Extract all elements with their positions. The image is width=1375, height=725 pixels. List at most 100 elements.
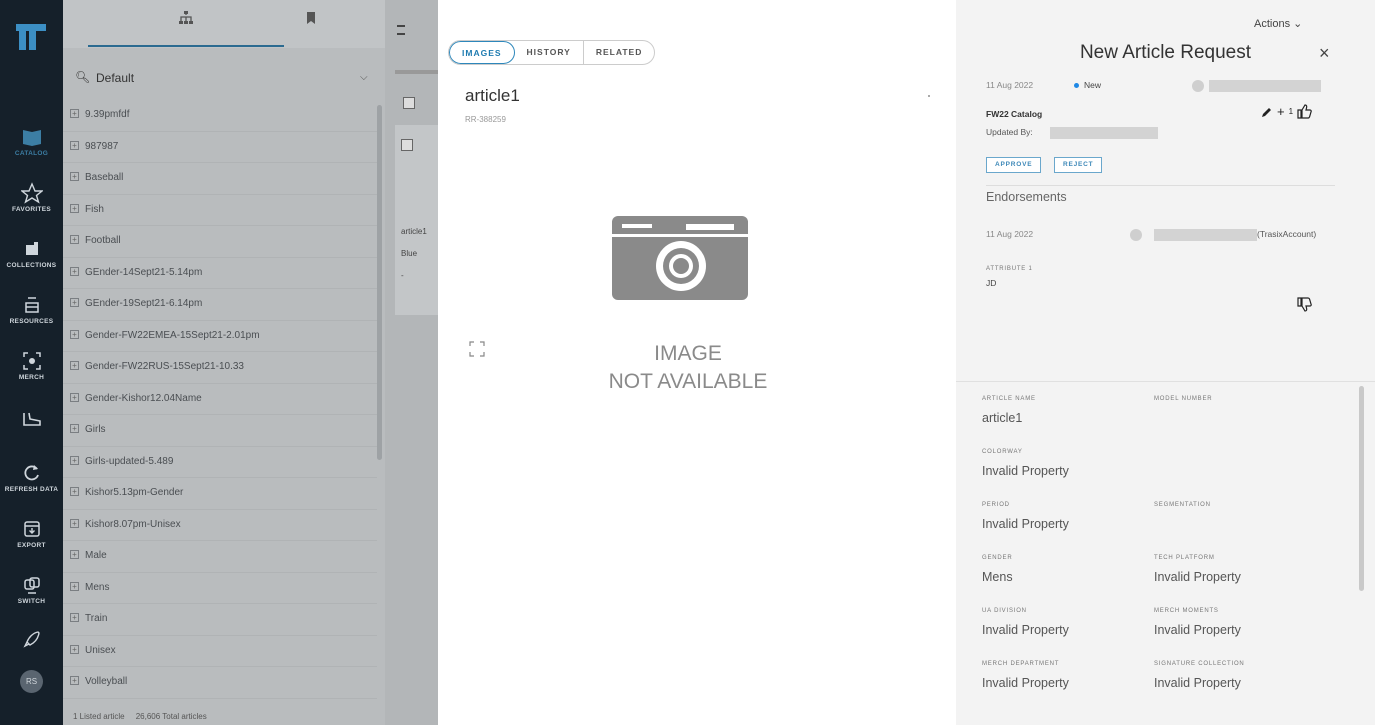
tree-search[interactable]: 🔍︎ Default ⌵ — [63, 62, 385, 92]
tree-item[interactable]: + Unisex — [63, 636, 377, 667]
expand-plus-icon[interactable]: + — [70, 329, 79, 339]
rail-refresh[interactable]: REFRESH DATA — [0, 462, 63, 493]
tree-item[interactable]: +987987 — [63, 132, 377, 163]
tree-item-label: Volleyball — [85, 676, 128, 687]
plus-icon[interactable]: + — [1277, 104, 1285, 119]
tree-item[interactable]: + Kishor5.13pm-Gender — [63, 478, 377, 510]
card-checkbox[interactable] — [401, 139, 413, 151]
tree-item[interactable]: + Baseball — [63, 163, 377, 195]
vote-count: 1 — [1288, 107, 1294, 116]
redacted-name — [1209, 80, 1321, 92]
expand-plus-icon[interactable]: + — [70, 613, 79, 622]
scrollbar[interactable] — [1359, 386, 1364, 591]
property-label: UA DIVISION — [982, 608, 1027, 614]
rail-shoe[interactable] — [0, 408, 63, 430]
tree-item[interactable]: + Kishor8.07pm-Unisex — [63, 510, 377, 541]
image-tabs: IMAGES HISTORY RELATED — [448, 40, 656, 65]
rail-export[interactable]: EXPORT — [0, 518, 63, 549]
expand-plus-icon[interactable]: + — [70, 109, 79, 118]
bookmark-icon[interactable] — [303, 10, 319, 26]
expand-icon[interactable] — [468, 340, 486, 358]
rail-switch[interactable]: SWITCH — [0, 574, 63, 605]
tree-item[interactable]: + Gender-Kishor12.04Name — [63, 384, 377, 415]
expand-plus-icon[interactable]: + — [70, 676, 79, 685]
logo-icon[interactable] — [14, 22, 48, 52]
avatar[interactable]: RS — [20, 670, 43, 693]
thumbs-up-icon[interactable] — [1297, 104, 1312, 119]
search-value[interactable]: Default — [96, 71, 134, 85]
tab-images[interactable]: IMAGES — [449, 41, 515, 64]
article-card[interactable]: article1 Blue - — [395, 125, 438, 315]
expand-plus-icon[interactable]: + — [70, 235, 79, 244]
tree-item[interactable]: + Mens — [63, 573, 377, 604]
hierarchy-icon[interactable] — [178, 10, 194, 26]
thumbs-down-icon[interactable] — [1297, 297, 1312, 312]
article-properties: ARTICLE NAME article1 MODEL NUMBER COLORWAY… — [956, 382, 1375, 725]
expand-plus-icon[interactable]: + — [70, 581, 79, 591]
tree-item[interactable]: + Gender-FW22RUS-15Sept21-10.33 — [63, 352, 377, 384]
tree-item[interactable]: + Football — [63, 226, 377, 258]
merch-icon — [22, 352, 41, 370]
expand-plus-icon[interactable]: + — [70, 518, 79, 528]
approve-button[interactable]: APPROVE — [986, 157, 1042, 173]
tree-item[interactable]: + Girls-updated-5.489 — [63, 447, 377, 478]
endorsement-account: (TrasixAccount) — [1257, 229, 1317, 239]
refresh-icon — [23, 465, 39, 481]
tree-item-label: 987987 — [85, 140, 119, 152]
resources-icon — [24, 297, 39, 313]
tab-history[interactable]: HISTORY — [515, 41, 584, 64]
property-value: article1 — [982, 411, 1023, 425]
rail-catalog[interactable]: CATALOG — [0, 126, 63, 157]
tree-item[interactable]: + Male — [63, 541, 377, 573]
expand-plus-icon[interactable]: + — [70, 644, 79, 654]
rail-label: REFRESH DATA — [4, 486, 59, 493]
tree-item[interactable]: + Gender-FW22EMEA-15Sept21-2.01pm — [63, 321, 377, 352]
tree-item[interactable]: + GEnder-19Sept21-6.14pm — [63, 289, 377, 321]
tree-item[interactable]: + Girls — [63, 415, 377, 447]
tab-related[interactable]: RELATED — [584, 41, 655, 64]
expand-plus-icon[interactable]: + — [70, 140, 79, 150]
property-value: Invalid Property — [1154, 676, 1241, 690]
tree-item[interactable]: + GEnder-14Sept21-5.14pm — [63, 258, 377, 289]
rail-merch[interactable]: MERCH — [0, 350, 63, 381]
rail-collections[interactable]: COLLECTIONS — [0, 238, 63, 269]
actions-menu[interactable]: Actions ⌄ — [1254, 17, 1302, 30]
actions-label: Actions — [1254, 18, 1291, 30]
tree-item-label: Football — [85, 235, 121, 246]
request-panel: Actions ⌄ New Article Request × 11 Aug 2… — [956, 0, 1375, 725]
tree-item[interactable]: + Train — [63, 604, 377, 636]
select-all-checkbox[interactable] — [403, 97, 415, 109]
rail-rocket[interactable] — [0, 628, 63, 650]
tree-item[interactable]: + Volleyball — [63, 667, 377, 699]
close-icon[interactable]: × — [1319, 43, 1330, 64]
filter-icon[interactable] — [397, 25, 405, 35]
tree-item[interactable]: +9.39pmfdf — [63, 100, 377, 132]
tree-item-label: Gender-Kishor12.04Name — [85, 392, 202, 404]
expand-plus-icon[interactable]: + — [70, 266, 79, 276]
expand-plus-icon[interactable]: + — [70, 172, 79, 181]
catalog-icon — [22, 130, 41, 146]
image-not-available: IMAGE NOT AVAILABLE — [593, 340, 783, 396]
updated-by: Updated By: — [986, 127, 1033, 137]
tree-item[interactable]: + Fish — [63, 195, 377, 226]
expand-plus-icon[interactable]: + — [70, 424, 79, 433]
tree-item-label: Unisex — [85, 644, 116, 656]
reject-button[interactable]: REJECT — [1054, 157, 1103, 173]
expand-plus-icon[interactable]: + — [70, 298, 79, 307]
expand-plus-icon[interactable]: + — [70, 487, 79, 496]
expand-plus-icon[interactable]: + — [70, 455, 79, 465]
pencil-icon[interactable] — [1261, 106, 1273, 118]
scrollbar[interactable] — [377, 105, 382, 460]
expand-plus-icon[interactable]: + — [70, 392, 79, 402]
request-title: New Article Request — [1079, 42, 1252, 63]
expand-plus-icon[interactable]: + — [70, 203, 79, 213]
expand-plus-icon[interactable]: + — [70, 550, 79, 559]
rail-resources[interactable]: RESOURCES — [0, 294, 63, 325]
export-icon — [23, 521, 40, 537]
tree-footer: 1 Listed article 26,606 Total articles — [63, 712, 385, 725]
expand-plus-icon[interactable]: + — [70, 361, 79, 370]
avatar — [1192, 80, 1204, 92]
rail-favorites[interactable]: FAVORITES — [0, 182, 63, 213]
chevron-down-icon[interactable]: ⌵ — [360, 72, 368, 83]
rail-label: SWITCH — [17, 598, 46, 605]
